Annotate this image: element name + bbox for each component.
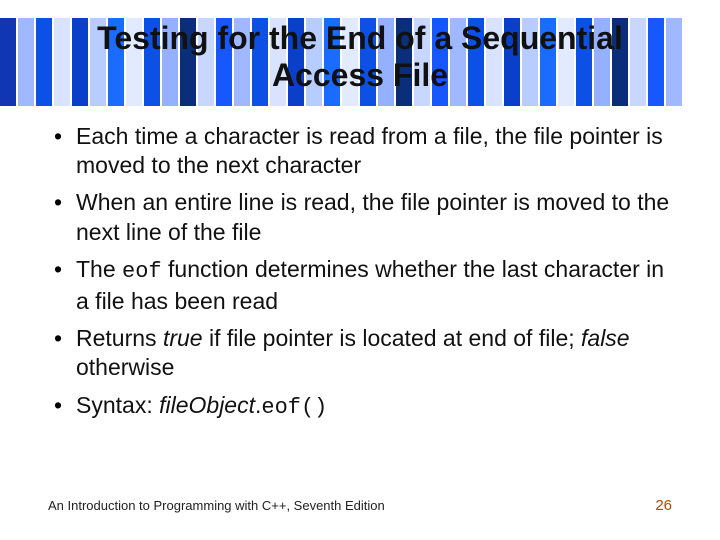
slide-title: Testing for the End of a Sequential Acce… bbox=[91, 20, 629, 94]
bullet-text-pre: The bbox=[76, 256, 122, 282]
bullet-text-pre: Syntax: bbox=[76, 392, 159, 418]
bullet-text-false: false bbox=[581, 325, 630, 351]
title-block: Testing for the End of a Sequential Acce… bbox=[48, 20, 672, 94]
slide: Testing for the End of a Sequential Acce… bbox=[0, 0, 720, 540]
bullet-text-true: true bbox=[163, 325, 203, 351]
bullet-list: Each time a character is read from a fil… bbox=[48, 122, 672, 422]
slide-footer: An Introduction to Programming with C++,… bbox=[48, 497, 672, 514]
bullet-item: When an entire line is read, the file po… bbox=[48, 188, 672, 247]
bullet-text: Each time a character is read from a fil… bbox=[76, 123, 663, 178]
bullet-item: Returns true if file pointer is located … bbox=[48, 324, 672, 383]
bullet-text-post: otherwise bbox=[76, 354, 174, 380]
bullet-item: Syntax: fileObject.eof() bbox=[48, 391, 672, 422]
code-fileobject: fileObject bbox=[159, 392, 255, 418]
bullet-item: Each time a character is read from a fil… bbox=[48, 122, 672, 181]
bullet-text-mid: if file pointer is located at end of fil… bbox=[203, 325, 581, 351]
bullet-text-post: function determines whether the last cha… bbox=[76, 256, 664, 313]
title-line-1: Testing for the End of a Sequential bbox=[97, 20, 623, 56]
footer-page-number: 26 bbox=[655, 497, 672, 514]
footer-book-title: An Introduction to Programming with C++,… bbox=[48, 498, 385, 513]
code-eof: eof bbox=[122, 259, 162, 284]
bullet-text: When an entire line is read, the file po… bbox=[76, 189, 669, 244]
code-eof-call: eof() bbox=[261, 395, 327, 420]
bullet-item: The eof function determines whether the … bbox=[48, 255, 672, 316]
bullet-text-pre: Returns bbox=[76, 325, 163, 351]
title-line-2: Access File bbox=[272, 57, 448, 93]
